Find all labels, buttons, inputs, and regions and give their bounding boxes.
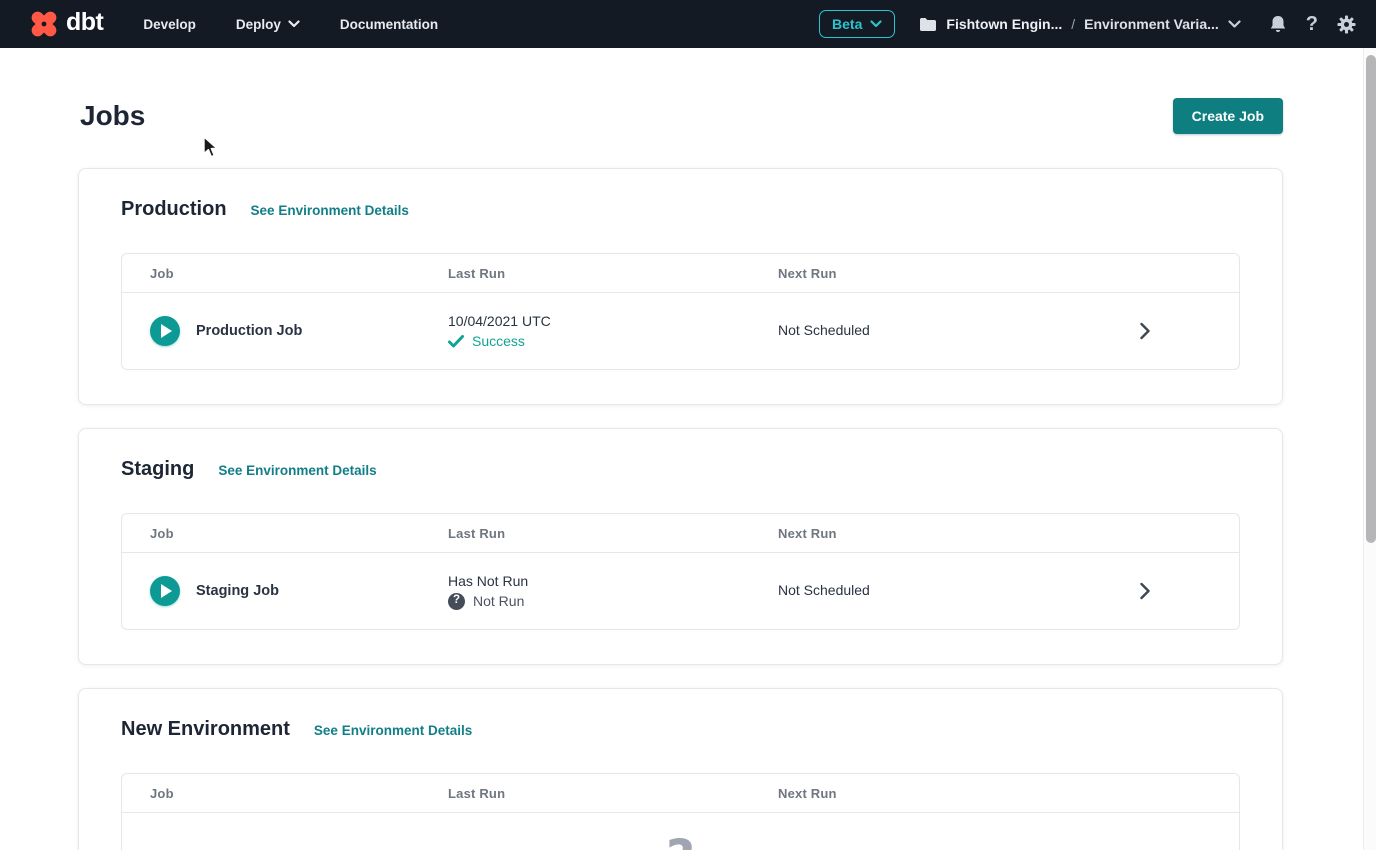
last-run-status: Not Run bbox=[473, 593, 524, 609]
gear-icon[interactable] bbox=[1337, 15, 1356, 34]
nav-item-documentation[interactable]: Documentation bbox=[340, 17, 438, 32]
bell-icon[interactable] bbox=[1269, 15, 1287, 34]
chevron-down-icon[interactable] bbox=[1228, 20, 1241, 29]
job-row-production-job[interactable]: Production Job 10/04/2021 UTC Success No… bbox=[122, 293, 1239, 369]
nav-develop-label: Develop bbox=[143, 17, 196, 32]
next-run-value: Not Scheduled bbox=[778, 582, 870, 598]
last-run-date: Has Not Run bbox=[448, 573, 778, 589]
jobs-page: Jobs Create Job Production See Environme… bbox=[0, 48, 1376, 850]
last-run-status: Success bbox=[472, 333, 525, 349]
nav-item-develop[interactable]: Develop bbox=[143, 17, 196, 32]
jobs-table: Job Last Run Next Run Staging Job Has No… bbox=[121, 513, 1240, 630]
breadcrumb: Fishtown Engin... / Environment Varia... bbox=[919, 16, 1240, 32]
chevron-down-icon bbox=[288, 20, 300, 28]
folder-icon bbox=[919, 17, 937, 32]
breadcrumb-separator: / bbox=[1071, 16, 1075, 32]
create-job-button[interactable]: Create Job bbox=[1173, 98, 1283, 134]
environment-name: New Environment bbox=[121, 715, 290, 743]
job-row-staging-job[interactable]: Staging Job Has Not Run ? Not Run Not Sc… bbox=[122, 553, 1239, 629]
see-environment-details-link[interactable]: See Environment Details bbox=[218, 463, 376, 478]
breadcrumb-project[interactable]: Fishtown Engin... bbox=[946, 16, 1062, 32]
dbt-logo-icon bbox=[28, 8, 60, 40]
column-header-next-run: Next Run bbox=[778, 526, 1239, 541]
beta-dropdown[interactable]: Beta bbox=[819, 10, 895, 38]
help-icon[interactable]: ? bbox=[1306, 14, 1318, 34]
nav-documentation-label: Documentation bbox=[340, 17, 438, 32]
environment-name: Staging bbox=[121, 455, 194, 483]
nav-deploy-label: Deploy bbox=[236, 17, 281, 32]
column-header-next-run: Next Run bbox=[778, 786, 1239, 801]
see-environment-details-link[interactable]: See Environment Details bbox=[251, 203, 409, 218]
column-header-last-run: Last Run bbox=[448, 526, 778, 541]
last-run-date: 10/04/2021 UTC bbox=[448, 313, 778, 329]
not-run-question-icon: ? bbox=[448, 593, 465, 610]
job-name: Production Job bbox=[196, 323, 302, 339]
column-header-next-run: Next Run bbox=[778, 266, 1239, 281]
environment-card-staging: Staging See Environment Details Job Last… bbox=[78, 428, 1283, 665]
chevron-down-icon bbox=[870, 20, 882, 28]
nav-item-deploy[interactable]: Deploy bbox=[236, 17, 300, 32]
column-header-job: Job bbox=[122, 786, 448, 801]
empty-jobs-row: ? bbox=[122, 813, 1239, 850]
environment-card-new-environment: New Environment See Environment Details … bbox=[78, 688, 1283, 850]
question-mark-icon: ? bbox=[666, 833, 695, 850]
jobs-table: Job Last Run Next Run Production Job 10/… bbox=[121, 253, 1240, 370]
column-header-job: Job bbox=[122, 266, 448, 281]
run-job-play-button[interactable] bbox=[150, 576, 180, 606]
column-header-last-run: Last Run bbox=[448, 786, 778, 801]
play-icon bbox=[161, 584, 172, 598]
primary-nav: Develop Deploy Documentation bbox=[143, 17, 438, 32]
play-icon bbox=[161, 324, 172, 338]
success-check-icon bbox=[448, 335, 464, 348]
column-header-last-run: Last Run bbox=[448, 266, 778, 281]
breadcrumb-page[interactable]: Environment Varia... bbox=[1084, 16, 1219, 32]
see-environment-details-link[interactable]: See Environment Details bbox=[314, 723, 472, 738]
beta-label: Beta bbox=[832, 16, 862, 32]
run-job-play-button[interactable] bbox=[150, 316, 180, 346]
top-navbar: dbt Develop Deploy Documentation Beta Fi… bbox=[0, 0, 1376, 48]
dbt-logo[interactable]: dbt bbox=[28, 8, 103, 40]
brand-name: dbt bbox=[66, 10, 103, 39]
scrollbar-thumb[interactable] bbox=[1366, 55, 1376, 543]
chevron-right-icon[interactable] bbox=[1139, 322, 1151, 340]
job-name: Staging Job bbox=[196, 583, 279, 599]
column-header-job: Job bbox=[122, 526, 448, 541]
chevron-right-icon[interactable] bbox=[1139, 582, 1151, 600]
environment-card-production: Production See Environment Details Job L… bbox=[78, 168, 1283, 405]
page-title: Jobs bbox=[78, 100, 145, 132]
environment-name: Production bbox=[121, 195, 227, 223]
vertical-scrollbar[interactable] bbox=[1363, 48, 1376, 850]
next-run-value: Not Scheduled bbox=[778, 322, 870, 338]
jobs-table: Job Last Run Next Run ? bbox=[121, 773, 1240, 850]
